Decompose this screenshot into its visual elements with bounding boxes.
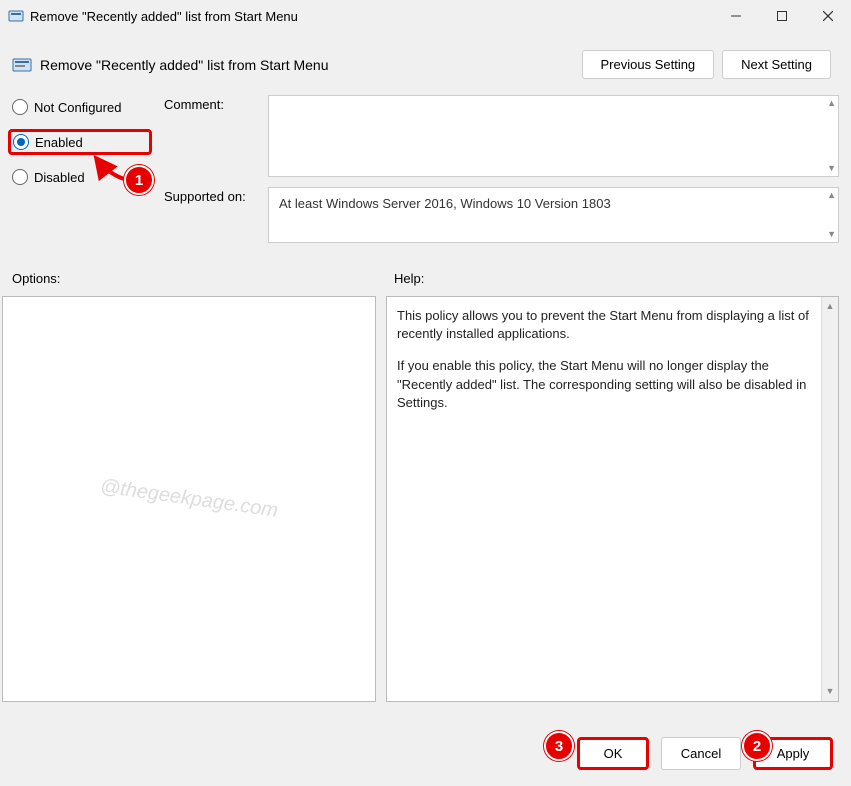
minimize-button[interactable] xyxy=(713,0,759,32)
radio-label: Not Configured xyxy=(34,100,121,115)
policy-icon xyxy=(8,8,24,24)
ok-button[interactable]: OK xyxy=(577,737,649,770)
policy-title: Remove "Recently added" list from Start … xyxy=(40,57,582,73)
help-label: Help: xyxy=(394,271,424,286)
mid-labels: Options: Help: xyxy=(0,243,851,290)
supported-on-label: Supported on: xyxy=(164,187,260,243)
next-setting-button[interactable]: Next Setting xyxy=(722,50,831,79)
supported-on-field: At least Windows Server 2016, Windows 10… xyxy=(268,187,839,243)
scrollbar[interactable]: ▲▼ xyxy=(827,188,836,242)
radio-label: Enabled xyxy=(35,135,83,150)
footer-buttons: OK Cancel Apply xyxy=(577,737,833,770)
scrollbar[interactable]: ▲▼ xyxy=(827,96,836,176)
annotation-badge-1: 1 xyxy=(124,165,154,195)
panes: @thegeekpage.com This policy allows you … xyxy=(0,290,851,702)
cancel-button[interactable]: Cancel xyxy=(661,737,741,770)
comment-label: Comment: xyxy=(164,95,260,177)
header-row: Remove "Recently added" list from Start … xyxy=(0,32,851,91)
radio-icon xyxy=(12,99,28,115)
options-label: Options: xyxy=(12,271,382,286)
help-text: This policy allows you to prevent the St… xyxy=(397,307,814,343)
watermark: @thegeekpage.com xyxy=(99,475,280,523)
window-title: Remove "Recently added" list from Start … xyxy=(30,9,713,24)
titlebar: Remove "Recently added" list from Start … xyxy=(0,0,851,32)
radio-icon xyxy=(13,134,29,150)
radio-enabled[interactable]: Enabled xyxy=(13,134,83,150)
annotation-badge-3: 3 xyxy=(544,731,574,761)
options-pane: @thegeekpage.com xyxy=(2,296,376,702)
scrollbar[interactable]: ▲▼ xyxy=(821,297,838,701)
previous-setting-button[interactable]: Previous Setting xyxy=(582,50,715,79)
comment-field[interactable]: ▲▼ xyxy=(268,95,839,177)
close-button[interactable] xyxy=(805,0,851,32)
radio-not-configured[interactable]: Not Configured xyxy=(12,99,152,115)
supported-on-value: At least Windows Server 2016, Windows 10… xyxy=(279,196,611,211)
policy-icon xyxy=(12,55,32,75)
help-pane: This policy allows you to prevent the St… xyxy=(386,296,839,702)
annotation-badge-2: 2 xyxy=(742,731,772,761)
maximize-button[interactable] xyxy=(759,0,805,32)
radio-label: Disabled xyxy=(34,170,85,185)
window-controls xyxy=(713,0,851,32)
help-text: If you enable this policy, the Start Men… xyxy=(397,357,814,412)
radio-icon xyxy=(12,169,28,185)
